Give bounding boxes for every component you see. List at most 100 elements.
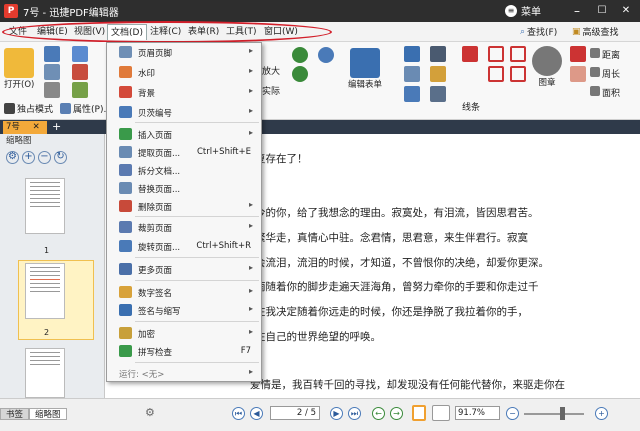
zoom-in-icon[interactable]: +	[22, 150, 35, 164]
close-button[interactable]: ✕	[617, 3, 635, 19]
undo-icon[interactable]	[292, 47, 308, 63]
page-current: 2	[296, 408, 303, 418]
zoom-slider[interactable]	[524, 413, 584, 415]
prev-page-icon[interactable]: ◀	[250, 407, 263, 420]
menu-item-label: 旋转页面...	[138, 243, 181, 253]
text-icon[interactable]	[404, 46, 420, 62]
email-icon[interactable]	[72, 64, 88, 80]
print-icon[interactable]	[44, 82, 60, 98]
redo-icon[interactable]	[292, 66, 308, 82]
menu-item-label: 提取页面...	[138, 149, 181, 159]
menu-item-replace-page[interactable]: 替换页面...	[107, 180, 261, 197]
menu-item-label: 签名与缩写	[138, 307, 181, 317]
actual-size-label[interactable]: 实际	[262, 84, 280, 97]
menu-item-spell-check[interactable]: 拼写检查 F7	[107, 343, 261, 360]
last-page-icon[interactable]: ⏭	[348, 407, 361, 420]
find-button[interactable]: ⌕ 查找(F)	[520, 25, 557, 39]
menu-item-digital-signature[interactable]: 数字签名 ▸	[107, 284, 261, 301]
status-settings-icon[interactable]: ⚙	[145, 406, 155, 419]
page-number-input[interactable]: 2 / 5	[270, 406, 320, 420]
scan-icon[interactable]	[72, 46, 88, 62]
note-icon[interactable]	[404, 86, 420, 102]
zoom-slider-handle[interactable]	[560, 407, 565, 420]
area-button[interactable]: 面积	[590, 86, 620, 99]
tab-bookmarks[interactable]: 书签	[0, 408, 30, 420]
first-page-icon[interactable]: ⏮	[232, 407, 245, 420]
menu-item-delete-page[interactable]: 删除页面 ▸	[107, 198, 261, 215]
back-icon[interactable]: ←	[372, 407, 385, 420]
polygon-shape-icon[interactable]	[510, 46, 526, 62]
ribbon-toolbar: 打开(O) 独占模式 属性(P)... 放大 实际 编辑表单 线条 图章 距离 …	[0, 42, 640, 120]
menu-separator	[135, 321, 259, 322]
menu-button[interactable]: ≡ 菜单	[505, 3, 541, 18]
document-line: 会流泪，流泪的时候，才知道，不曾恨你的决绝，却爱你更深。	[255, 257, 549, 269]
page-thumbnail-1[interactable]	[25, 178, 65, 234]
menu-item-encrypt[interactable]: 加密 ▸	[107, 325, 261, 342]
attach-icon[interactable]	[430, 66, 446, 82]
menu-item-header-footer[interactable]: 页眉页脚 ▸	[107, 44, 261, 61]
menu-label: 菜单	[521, 7, 541, 18]
distance-button[interactable]: 距离	[590, 48, 620, 61]
edit-form-label: 编辑表单	[348, 80, 383, 90]
circle-shape-icon[interactable]	[488, 46, 504, 62]
menu-item-crop-page[interactable]: 裁剪页面 ▸	[107, 219, 261, 236]
page-thumbnail-3[interactable]	[25, 348, 65, 398]
menu-item-split-document[interactable]: 拆分文档...	[107, 162, 261, 179]
zoom-in-status-icon[interactable]: +	[595, 407, 608, 420]
advanced-search-button[interactable]: ▣ 高级查找	[572, 25, 619, 39]
typewriter-icon[interactable]	[404, 66, 420, 82]
export-icon[interactable]	[72, 82, 88, 98]
menu-item-watermark[interactable]: 水印 ▸	[107, 64, 261, 81]
exclusive-mode-button[interactable]: 独占模式	[4, 102, 53, 115]
save-icon[interactable]	[44, 64, 60, 80]
settings-icon[interactable]: ⚙	[6, 150, 19, 164]
menu-item-rotate-page[interactable]: 旋转页面... Ctrl+Shift+R	[107, 238, 261, 255]
menu-item-background[interactable]: 背景 ▸	[107, 84, 261, 101]
tab-thumbnails[interactable]: 缩略图	[29, 408, 67, 420]
edit-form-button[interactable]: 编辑表单	[348, 48, 382, 90]
single-page-icon[interactable]	[412, 405, 426, 421]
menu-item-label: 数字签名	[138, 289, 173, 299]
zoom-out-icon[interactable]: −	[38, 150, 51, 164]
sound-icon[interactable]	[430, 86, 446, 102]
stamp-button[interactable]: 图章	[532, 46, 562, 88]
rotate-icon[interactable]: ↻	[54, 150, 67, 164]
menu-item-run[interactable]: 运行: <无> ▸	[107, 365, 261, 382]
background-icon	[119, 86, 132, 98]
next-page-icon[interactable]: ▶	[330, 407, 343, 420]
menu-item-signature-initials[interactable]: 签名与缩写 ▸	[107, 302, 261, 319]
insert-page-icon	[119, 128, 132, 140]
digital-signature-icon	[119, 286, 132, 298]
perimeter-button[interactable]: 周长	[590, 67, 620, 80]
menu-item-more-pages[interactable]: 更多页面 ▸	[107, 261, 261, 278]
eraser-icon[interactable]	[570, 46, 586, 62]
properties-button[interactable]: 属性(P)...	[60, 102, 112, 115]
menu-item-label: 水印	[138, 69, 156, 79]
open-button[interactable]: 打开(O)	[4, 48, 34, 90]
tab-close-icon[interactable]: ✕	[33, 122, 40, 132]
zoom-in-label[interactable]: 放大	[262, 64, 280, 77]
maximize-button[interactable]: ☐	[593, 3, 611, 19]
new-doc-icon[interactable]	[44, 46, 60, 62]
bates-icon	[119, 106, 132, 118]
highlight-icon[interactable]	[570, 66, 586, 82]
line-label[interactable]: 线条	[462, 100, 480, 113]
document-tab[interactable]: 7号 ✕	[3, 121, 47, 134]
continuous-page-icon[interactable]	[432, 405, 450, 421]
text-box-icon[interactable]	[430, 46, 446, 62]
submenu-arrow-icon: ▸	[248, 304, 253, 313]
new-tab-icon[interactable]: +	[52, 120, 61, 133]
menu-item-extract-page[interactable]: 提取页面... Ctrl+Shift+E	[107, 144, 261, 161]
zoom-level-field[interactable]: 91.7%	[455, 406, 500, 420]
page-thumbnail-2[interactable]	[25, 263, 65, 319]
menu-item-bates[interactable]: 贝茨编号 ▸	[107, 104, 261, 121]
minimize-button[interactable]: –	[568, 3, 586, 19]
submenu-arrow-icon: ▸	[248, 221, 253, 230]
cloud-shape-icon[interactable]	[510, 66, 526, 82]
forward-icon[interactable]: →	[390, 407, 403, 420]
zoom-out-status-icon[interactable]: −	[506, 407, 519, 420]
rectangle-shape-icon[interactable]	[488, 66, 504, 82]
zoom-icon[interactable]	[318, 47, 334, 63]
pencil-icon[interactable]	[462, 46, 478, 62]
menu-item-insert-page[interactable]: 插入页面 ▸	[107, 126, 261, 143]
